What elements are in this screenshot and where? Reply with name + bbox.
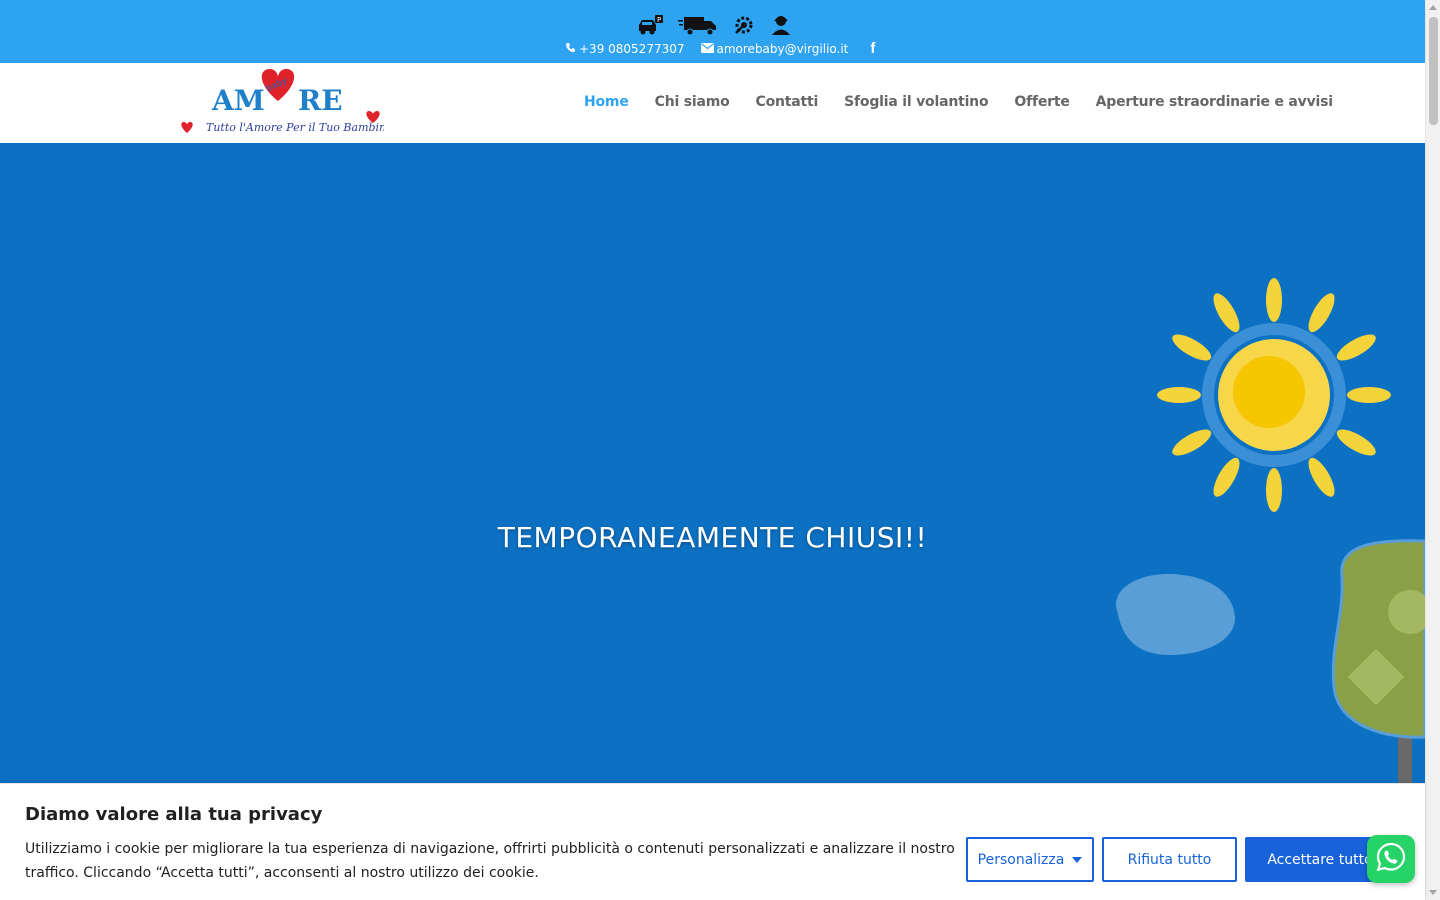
hero-section: TEMPORANEAMENTE CHIUSI!! <box>0 143 1425 793</box>
email-address: amorebaby@virgilio.it <box>716 41 849 56</box>
contact-info: +39 0805277307 amorebaby@virgilio.it f <box>565 40 875 57</box>
facebook-icon[interactable]: f <box>870 40 875 57</box>
whatsapp-button[interactable] <box>1367 835 1415 883</box>
top-bar: P +39 0805277307 amorebaby@virgilio.it f <box>0 0 1425 63</box>
cookie-consent-banner: Diamo valore alla tua privacy Utilizziam… <box>0 783 1425 900</box>
sun-illustration <box>1150 277 1400 526</box>
caret-down-icon <box>1072 856 1083 863</box>
cloud-illustration <box>1108 569 1238 663</box>
customer-support-icon <box>770 14 792 40</box>
cookie-title: Diamo valore alla tua privacy <box>25 804 323 825</box>
page-scrollbar[interactable] <box>1425 0 1440 900</box>
tree-illustration <box>1328 537 1425 793</box>
main-navigation: Home Chi siamo Contatti Sfoglia il volan… <box>584 94 1333 110</box>
cookie-description: Utilizziamo i cookie per migliorare la t… <box>25 841 955 881</box>
logo-tagline: Tutto l'Amore Per il Tuo Bambino <box>206 121 384 134</box>
scroll-up-arrow-icon[interactable] <box>1429 5 1437 10</box>
phone-contact[interactable]: +39 0805277307 <box>565 42 685 56</box>
email-contact[interactable]: amorebaby@virgilio.it <box>700 41 849 56</box>
service-icons: P <box>636 14 792 40</box>
settings-service-icon <box>732 14 756 40</box>
scroll-down-arrow-icon[interactable] <box>1429 890 1437 895</box>
amore-baby-logo[interactable]: baby AM RE Tutto l'Amore Per il Tuo Bamb… <box>178 67 393 139</box>
svg-text:P: P <box>657 16 661 24</box>
nav-item-contatti[interactable]: Contatti <box>756 94 819 110</box>
nav-item-aperture-straordinarie[interactable]: Aperture straordinarie e avvisi <box>1096 94 1333 110</box>
site-header: baby AM RE Tutto l'Amore Per il Tuo Bamb… <box>0 63 1425 143</box>
whatsapp-icon <box>1375 841 1407 877</box>
envelope-icon <box>700 42 714 56</box>
phone-number: +39 0805277307 <box>579 41 685 56</box>
logo-name-left: AM <box>211 84 265 117</box>
logo-name-right: RE <box>298 84 343 117</box>
customize-label: Personalizza <box>977 851 1065 868</box>
car-parking-icon: P <box>636 14 664 40</box>
scrollbar-thumb[interactable] <box>1429 17 1438 125</box>
hero-title: TEMPORANEAMENTE CHIUSI!! <box>497 521 928 554</box>
reject-all-button[interactable]: Rifiuta tutto <box>1102 837 1237 882</box>
nav-item-chi-siamo[interactable]: Chi siamo <box>655 94 730 110</box>
nav-item-sfoglia-il-volantino[interactable]: Sfoglia il volantino <box>844 94 988 110</box>
customize-button[interactable]: Personalizza <box>966 837 1094 882</box>
delivery-truck-icon <box>678 14 718 40</box>
nav-item-offerte[interactable]: Offerte <box>1014 94 1069 110</box>
nav-item-home[interactable]: Home <box>584 94 629 110</box>
phone-icon <box>565 42 576 56</box>
